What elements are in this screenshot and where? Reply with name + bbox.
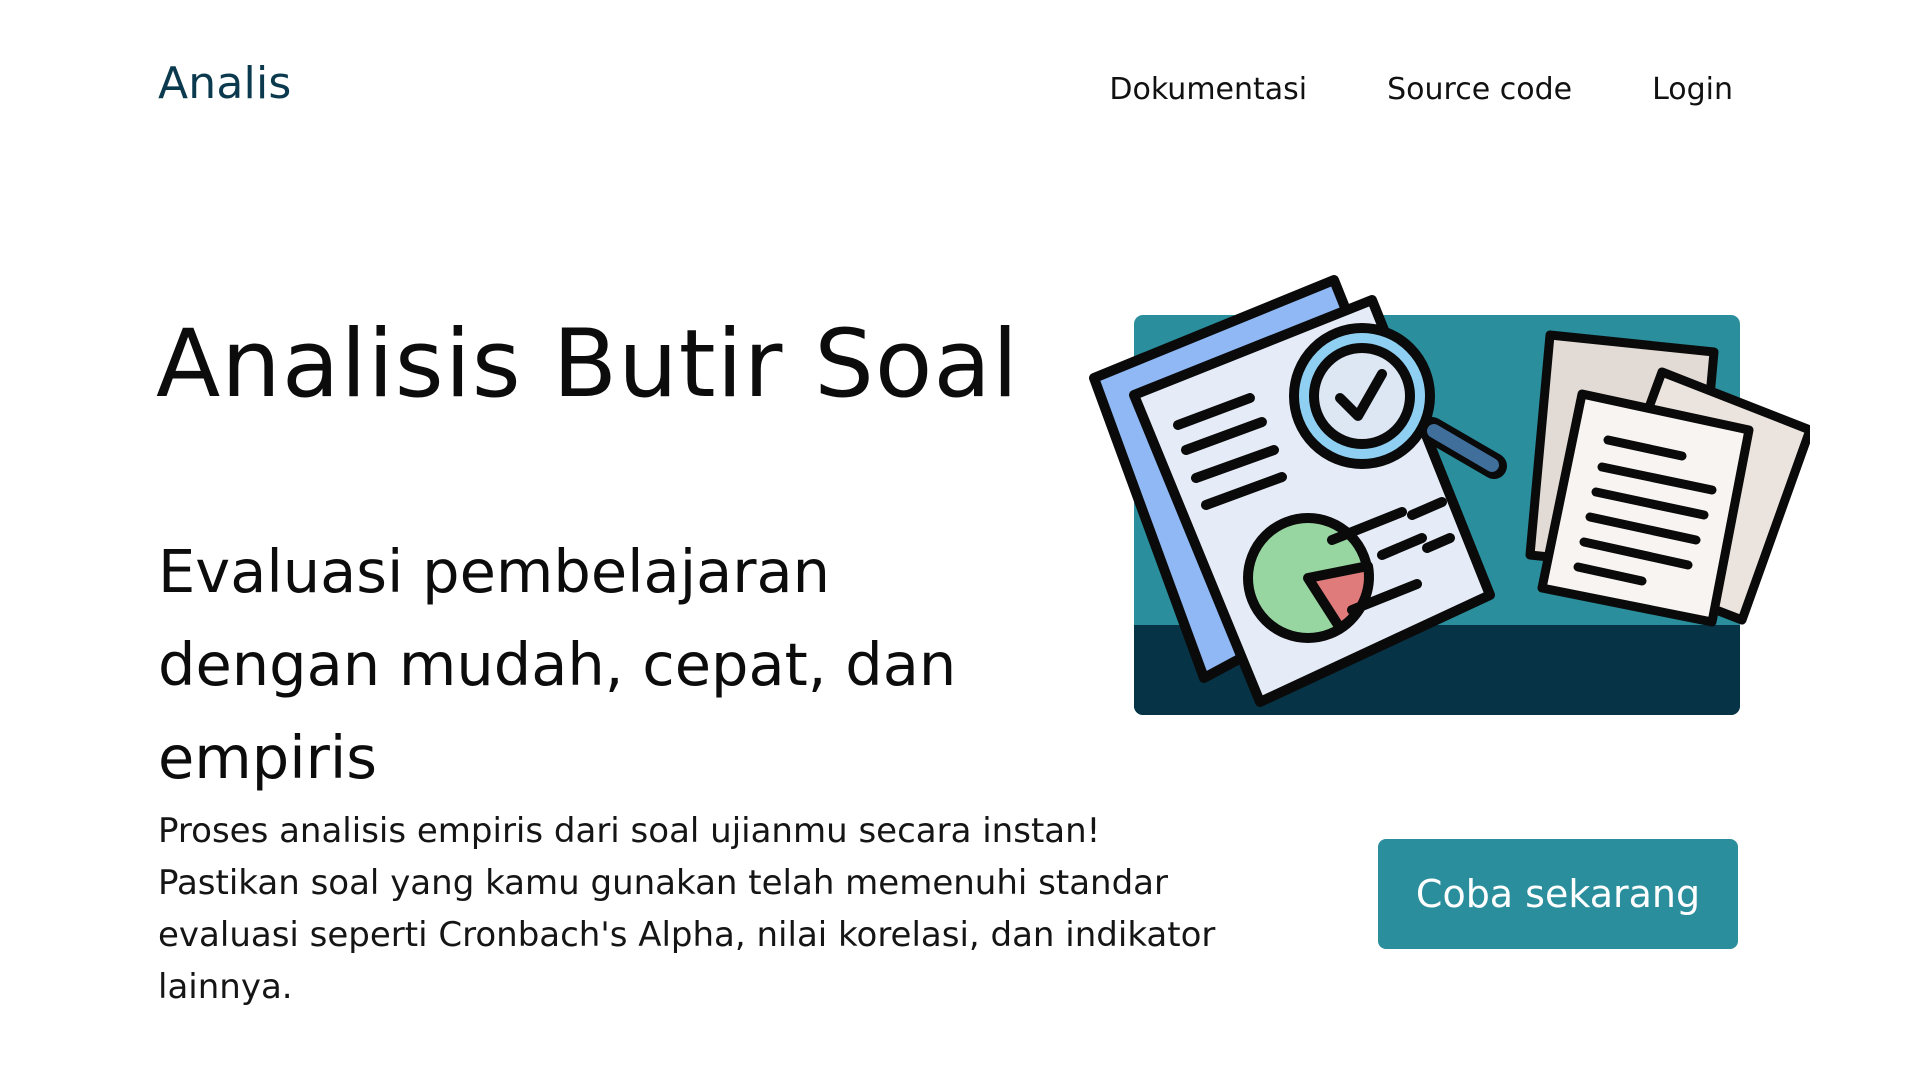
landing-page: Analis Dokumentasi Source code Login Ana… — [0, 0, 1920, 1080]
top-nav: Dokumentasi Source code Login — [1109, 72, 1733, 107]
description-line-2: Pastikan soal yang kamu gunakan telah me… — [158, 863, 1216, 1007]
hero-description: Proses analisis empiris dari soal ujianm… — [158, 805, 1318, 1013]
nav-link-source-code[interactable]: Source code — [1387, 72, 1572, 107]
description-line-1: Proses analisis empiris dari soal ujianm… — [158, 811, 1101, 851]
paper-stack-icon — [1525, 330, 1810, 627]
nav-link-dokumentasi[interactable]: Dokumentasi — [1109, 72, 1307, 107]
hero-subtitle: Evaluasi pembelajaran dengan mudah, cepa… — [158, 537, 957, 792]
brand-logo[interactable]: Analis — [158, 58, 292, 109]
try-now-button[interactable]: Coba sekarang — [1378, 839, 1738, 949]
hero-title: Analisis Butir Soal — [156, 310, 1020, 419]
document-analysis-icon — [1082, 270, 1810, 715]
nav-link-login[interactable]: Login — [1652, 72, 1733, 107]
